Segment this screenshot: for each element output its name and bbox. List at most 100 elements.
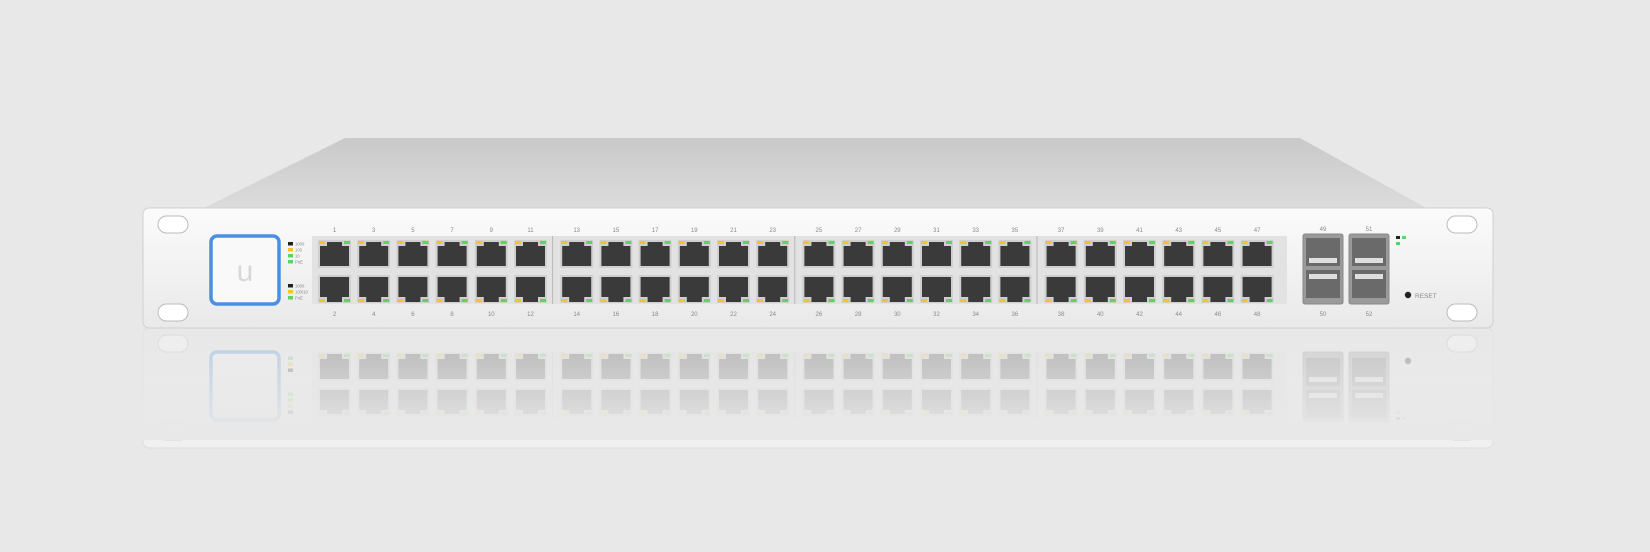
rj45-port[interactable] xyxy=(802,240,836,268)
rj45-port[interactable] xyxy=(599,275,633,303)
rj45-port[interactable] xyxy=(677,240,711,268)
port-number: 39 xyxy=(1097,228,1104,234)
rj45-port[interactable] xyxy=(318,240,351,268)
link-led xyxy=(718,299,724,302)
link-led xyxy=(985,299,992,302)
port-number: 30 xyxy=(894,312,901,318)
rj45-port[interactable] xyxy=(435,240,469,268)
rj45-port[interactable] xyxy=(841,240,875,268)
port-number: 11 xyxy=(527,228,534,234)
rj45-port[interactable] xyxy=(959,275,993,303)
rj45-port[interactable] xyxy=(638,240,672,268)
port-number: 15 xyxy=(613,228,620,234)
rj45-port[interactable] xyxy=(396,240,430,268)
rj45-port[interactable] xyxy=(1240,240,1274,268)
link-led xyxy=(1084,299,1091,302)
sfp-port[interactable] xyxy=(1352,238,1386,266)
link-led xyxy=(500,241,507,244)
rj45-port[interactable] xyxy=(435,275,469,303)
link-led xyxy=(703,241,710,244)
rj45-port[interactable] xyxy=(717,275,750,303)
rj45-port[interactable] xyxy=(1044,275,1078,303)
rj45-port[interactable] xyxy=(1083,275,1117,303)
rj45-port[interactable] xyxy=(841,275,875,303)
link-led xyxy=(1024,241,1031,244)
link-led xyxy=(999,241,1006,244)
rj45-port[interactable] xyxy=(1162,275,1196,303)
rj45-port[interactable] xyxy=(959,240,993,268)
port-number: 42 xyxy=(1136,312,1143,318)
port-number: 21 xyxy=(730,228,737,234)
legend-text: PoE xyxy=(295,260,303,265)
link-led xyxy=(1202,299,1209,302)
rj45-port[interactable] xyxy=(474,275,508,303)
rj45-port[interactable] xyxy=(756,275,790,303)
rj45-port[interactable] xyxy=(560,275,594,303)
rj45-port[interactable] xyxy=(1162,240,1196,268)
link-led xyxy=(540,241,546,244)
port-number: 25 xyxy=(816,228,823,234)
rj45-port[interactable] xyxy=(1123,275,1156,303)
link-led xyxy=(946,299,952,302)
rj45-port[interactable] xyxy=(998,275,1032,303)
link-led xyxy=(397,299,404,302)
port-number: 26 xyxy=(816,312,823,318)
link-led xyxy=(1109,241,1116,244)
link-led xyxy=(1227,299,1234,302)
rj45-port[interactable] xyxy=(920,240,953,268)
port-number: 20 xyxy=(691,312,698,318)
link-led xyxy=(1084,241,1091,244)
rj45-port[interactable] xyxy=(802,275,836,303)
rj45-port[interactable] xyxy=(514,240,547,268)
link-led xyxy=(678,299,685,302)
sfp-number: 51 xyxy=(1366,227,1373,233)
port-number: 48 xyxy=(1254,312,1261,318)
rj45-port[interactable] xyxy=(396,275,430,303)
rj45-port[interactable] xyxy=(318,275,351,303)
link-led xyxy=(906,241,913,244)
rj45-port[interactable] xyxy=(1201,240,1235,268)
rj45-port[interactable] xyxy=(599,240,633,268)
rj45-port[interactable] xyxy=(357,275,391,303)
link-led xyxy=(319,299,325,302)
rj45-port[interactable] xyxy=(717,240,750,268)
rj45-port[interactable] xyxy=(677,275,711,303)
link-led xyxy=(867,241,874,244)
link-led xyxy=(397,241,404,244)
sfp-port[interactable] xyxy=(1352,270,1386,298)
legend-led xyxy=(288,296,293,300)
rj45-port[interactable] xyxy=(1044,240,1078,268)
link-led xyxy=(1266,299,1273,302)
link-led xyxy=(881,241,888,244)
rj45-port[interactable] xyxy=(474,240,508,268)
rj45-port[interactable] xyxy=(1123,240,1156,268)
rj45-port[interactable] xyxy=(998,240,1032,268)
link-led xyxy=(383,241,390,244)
rj45-port[interactable] xyxy=(880,275,914,303)
port-number: 44 xyxy=(1175,312,1182,318)
rj45-port[interactable] xyxy=(1083,240,1117,268)
rj45-port[interactable] xyxy=(880,240,914,268)
link-led xyxy=(703,299,710,302)
rj45-port[interactable] xyxy=(357,240,391,268)
link-led xyxy=(803,299,810,302)
sfp-port[interactable] xyxy=(1306,270,1340,298)
reset-button[interactable] xyxy=(1404,291,1412,299)
rj45-port[interactable] xyxy=(514,275,547,303)
rj45-port[interactable] xyxy=(560,240,594,268)
link-led xyxy=(1070,299,1077,302)
switch-front-panel: u 100010010PoE 1000100/10PoE 1 3 5 7 9 11 13 15… xyxy=(142,207,1494,329)
rj45-port[interactable] xyxy=(920,275,953,303)
link-led xyxy=(461,299,468,302)
rj45-port[interactable] xyxy=(756,240,790,268)
rj45-port[interactable] xyxy=(1240,275,1274,303)
link-led xyxy=(586,241,593,244)
rj45-port[interactable] xyxy=(638,275,672,303)
port-number: 29 xyxy=(894,228,901,234)
port-number: 19 xyxy=(691,228,698,234)
rj45-port[interactable] xyxy=(1201,275,1235,303)
link-led xyxy=(906,299,913,302)
sfp-port[interactable] xyxy=(1306,238,1340,266)
link-led xyxy=(1149,299,1155,302)
link-led xyxy=(1045,299,1052,302)
